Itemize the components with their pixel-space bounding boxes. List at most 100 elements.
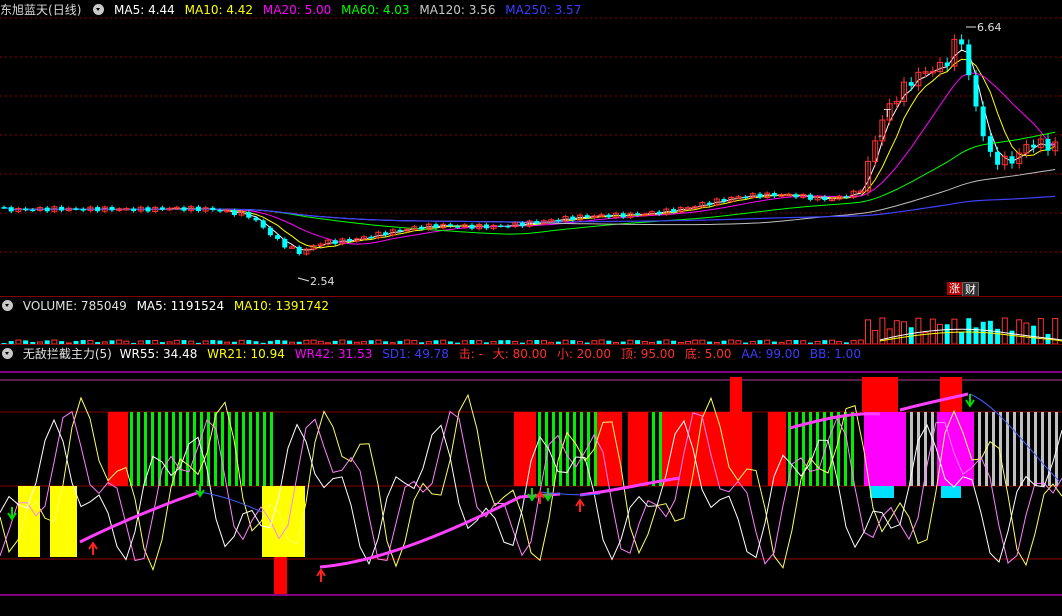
signal-stripe	[931, 412, 934, 486]
signal-stripe	[659, 412, 662, 486]
signal-block	[864, 412, 906, 486]
panel-separator	[0, 296, 1062, 297]
candle-body	[656, 211, 662, 215]
candle-body	[145, 207, 151, 212]
candle-body	[1, 207, 7, 209]
candle-body	[267, 227, 273, 236]
signal-stripe	[242, 412, 245, 486]
candle-body	[383, 232, 389, 236]
signal-block	[628, 412, 648, 486]
candle-body	[455, 226, 461, 228]
signal-stripe	[256, 412, 259, 486]
candle-body	[253, 217, 259, 221]
indicator-menu-icon[interactable]	[2, 348, 13, 359]
signal-arrow	[88, 541, 98, 555]
signal-stripe	[992, 412, 995, 486]
candle-body	[959, 39, 965, 45]
price-grid	[0, 17, 1062, 253]
wr42-value: WR42: 31.53	[294, 347, 373, 361]
candle-body	[246, 212, 252, 218]
volume-bar	[944, 324, 950, 344]
signal-stripe	[1013, 412, 1016, 486]
signal-stripe	[1020, 412, 1023, 486]
volume-bar	[929, 318, 936, 344]
candle-body	[30, 209, 36, 212]
signal-stripe	[566, 412, 569, 486]
signal-stripe	[1034, 412, 1037, 486]
volume-bar	[1037, 318, 1044, 344]
candle-body	[217, 210, 223, 212]
candle-body	[44, 207, 50, 212]
candle-body	[332, 240, 338, 244]
ma60-line	[3, 131, 1056, 235]
indicator-name[interactable]: 无敌拦截主力(5)	[23, 347, 112, 361]
indicator-header: 无敌拦截主力(5) WR55: 34.48 WR21: 10.94 WR42: …	[0, 346, 867, 363]
candle-body	[95, 207, 101, 212]
candle-body	[584, 215, 590, 218]
volume-bar	[1009, 330, 1015, 344]
candle-body	[109, 207, 115, 211]
candle-body	[987, 136, 993, 152]
candle-body	[721, 199, 727, 202]
candle-body	[519, 222, 525, 227]
volume-ma5: MA5: 1191524	[136, 299, 225, 313]
limit-up-badge[interactable]: 涨	[947, 282, 962, 295]
candle-body	[635, 213, 641, 215]
candle-body	[995, 151, 1001, 165]
volume-chart[interactable]	[0, 314, 1062, 344]
da-value: 大: 80.00	[492, 347, 547, 361]
candle-body	[275, 235, 281, 239]
candle-body	[743, 196, 749, 199]
signal-block	[940, 377, 962, 412]
candlesticks	[1, 34, 1059, 256]
price-chart[interactable]: 6.64 2.54 T -	[0, 0, 1062, 295]
signal-stripe	[270, 412, 273, 486]
ding-value: 顶: 95.00	[620, 347, 676, 361]
signal-stripe	[652, 412, 655, 486]
signal-arrow	[527, 488, 537, 502]
signal-block	[108, 412, 128, 486]
signal-block	[274, 557, 287, 594]
signal-block	[514, 412, 536, 486]
volume-bar	[1001, 317, 1008, 344]
candle-body	[908, 82, 914, 86]
finance-news-badge[interactable]: 财	[962, 282, 979, 297]
candle-body	[347, 238, 353, 242]
signal-stripe	[917, 412, 920, 486]
candle-body	[771, 193, 777, 197]
signal-stripe	[573, 412, 576, 486]
volume-menu-icon[interactable]	[2, 300, 13, 311]
signal-block	[596, 412, 622, 486]
candle-body	[822, 196, 828, 200]
signal-block	[730, 377, 742, 412]
di-value: 底: 5.00	[684, 347, 732, 361]
candle-body	[159, 207, 165, 210]
ma120-line	[3, 169, 1056, 226]
signal-block	[262, 486, 305, 557]
indicator-chart[interactable]	[0, 362, 1062, 614]
signal-stripe	[165, 412, 168, 486]
signal-stripe	[978, 412, 981, 486]
signal-block	[862, 377, 898, 412]
signal-block	[870, 486, 894, 498]
volume-bar	[886, 328, 893, 344]
candle-body	[570, 216, 576, 220]
candle-body	[498, 225, 504, 227]
ma20-line	[3, 72, 1056, 245]
candle-body	[757, 193, 763, 198]
candle-body	[8, 207, 14, 212]
signal-stripe	[844, 412, 847, 486]
dash-marker: -	[878, 129, 882, 142]
signal-stripe	[249, 412, 252, 486]
volume-bar	[893, 320, 900, 344]
signal-stripe	[538, 412, 541, 486]
volume-bar	[1031, 325, 1037, 344]
candle-body	[534, 221, 540, 224]
signal-stripe	[816, 412, 819, 486]
candle-body	[260, 220, 266, 228]
signal-arrow	[7, 507, 17, 521]
candle-body	[620, 213, 626, 218]
candle-body	[447, 224, 453, 227]
volume-bar	[872, 330, 879, 344]
candle-body	[131, 208, 137, 212]
